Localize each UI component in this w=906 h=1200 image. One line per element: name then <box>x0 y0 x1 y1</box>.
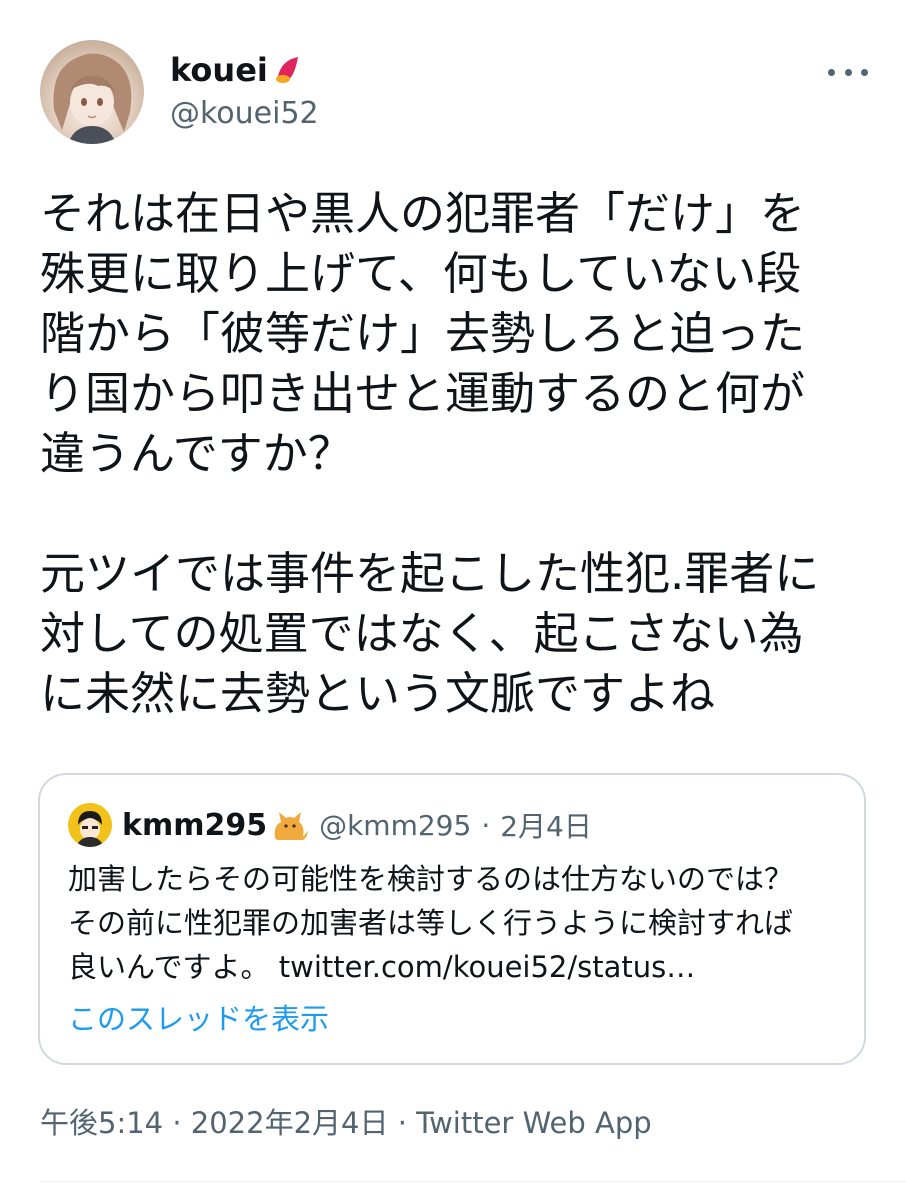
quoted-author-handle[interactable]: @kmm295 <box>319 809 471 842</box>
quoted-author-avatar[interactable] <box>68 803 112 847</box>
quoted-author-name[interactable]: kmm295 <box>122 808 267 843</box>
meta-separator: · <box>163 1106 191 1140</box>
tweet-time[interactable]: 午後5:14 <box>40 1106 163 1140</box>
show-thread-link[interactable]: このスレッドを表示 <box>68 997 329 1041</box>
author-display-name[interactable]: kouei <box>170 50 304 90</box>
tweet-date[interactable]: 2022年2月4日 <box>191 1106 389 1140</box>
tweet-meta: 午後5:14 · 2022年2月4日 · Twitter Web App <box>40 1103 652 1143</box>
quoted-separator: · <box>481 808 491 842</box>
quoted-tweet-header: kmm295 @kmm295 · 2月4日 <box>68 803 592 847</box>
quoted-tweet-text: 加害したらその可能性を検討するのは仕方ないのでは？ その前に性犯罪の加害者は等し… <box>68 857 858 989</box>
cat-icon <box>271 808 309 842</box>
author-name-text[interactable]: kouei <box>170 50 268 90</box>
more-options-button[interactable] <box>828 62 868 82</box>
tweet-client[interactable]: Twitter Web App <box>416 1106 652 1140</box>
more-icon <box>828 68 835 76</box>
quoted-tweet[interactable]: kmm295 @kmm295 · 2月4日 加害したらその可能性を検討するのは仕… <box>38 773 866 1065</box>
divider <box>40 1181 906 1182</box>
quoted-tweet-link[interactable]: twitter.com/kouei52/status… <box>279 950 695 984</box>
author-avatar[interactable] <box>40 40 144 144</box>
tweet-text: それは在日や黒人の犯罪者「だけ」を 殊更に取り上げて、何もしていない段 階から「… <box>40 187 820 720</box>
quoted-tweet-date[interactable]: 2月4日 <box>500 805 592 845</box>
meta-separator: · <box>388 1106 417 1140</box>
crescent-moon-icon <box>272 54 304 86</box>
author-handle[interactable]: @kouei52 <box>170 94 319 134</box>
